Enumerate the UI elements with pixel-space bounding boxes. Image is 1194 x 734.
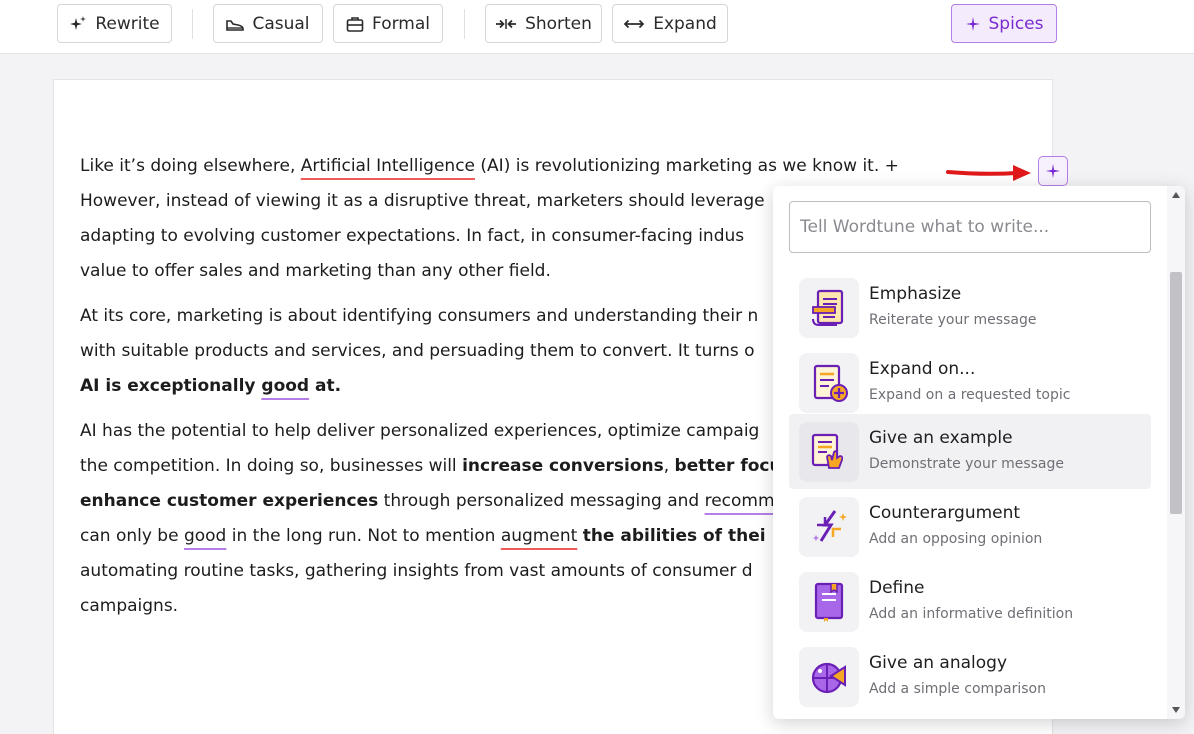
shorten-button[interactable]: Shorten xyxy=(485,4,602,43)
spices-trigger-button[interactable] xyxy=(1038,156,1068,186)
menu-scrollbar[interactable] xyxy=(1167,186,1185,719)
shorten-label: Shorten xyxy=(525,13,592,34)
flagged-phrase[interactable]: Artificial Intelligence xyxy=(301,156,475,176)
text-segment: (AI) is revolutionizing marketing as we … xyxy=(475,156,899,176)
option-title: Expand on... xyxy=(869,359,976,379)
red-arrow-icon xyxy=(946,165,1031,181)
prompt-input[interactable] xyxy=(789,201,1151,253)
analogy-icon xyxy=(799,646,859,707)
counterargument-icon xyxy=(799,496,859,557)
spices-label: Spices xyxy=(988,13,1044,34)
suggested-word[interactable]: good xyxy=(261,376,309,396)
text-segment: Like it’s doing elsewhere, xyxy=(80,156,301,176)
option-title: Give an example xyxy=(869,428,1013,448)
option-title: Give an analogy xyxy=(869,653,1008,673)
scroll-down-icon[interactable] xyxy=(1172,707,1180,713)
suggested-word[interactable]: good xyxy=(184,526,226,546)
toolbar-divider xyxy=(192,9,193,39)
emphasize-icon xyxy=(799,277,859,338)
option-subtitle: Add an opposing opinion xyxy=(869,531,1043,547)
option-subtitle: Reiterate your message xyxy=(869,312,1037,328)
expand-on-icon xyxy=(799,352,859,413)
plus-sparkle-icon xyxy=(1045,163,1061,179)
bold-text: better focu xyxy=(674,456,782,476)
define-icon xyxy=(799,571,859,632)
sneaker-icon xyxy=(226,19,245,31)
bold-text: AI is exceptionally xyxy=(80,376,262,396)
example-icon xyxy=(799,421,859,482)
option-expand-on[interactable]: Expand on... Expand on a requested topic xyxy=(789,345,1151,420)
formal-label: Formal xyxy=(372,13,430,34)
text-segment: , xyxy=(663,456,675,476)
text-line: Like it’s doing elsewhere, Artificial In… xyxy=(80,149,900,184)
option-subtitle: Add an informative definition xyxy=(869,606,1074,622)
text-segment: can only be xyxy=(80,526,184,546)
bold-text: enhance customer experiences xyxy=(80,491,379,511)
rewrite-label: Rewrite xyxy=(95,13,160,34)
option-title: Define xyxy=(869,578,925,598)
option-title: Emphasize xyxy=(869,284,962,304)
option-give-analogy[interactable]: Give an analogy Add a simple comparison xyxy=(789,639,1151,714)
expand-button[interactable]: Expand xyxy=(612,4,728,43)
sparkle-icon xyxy=(70,15,87,30)
flagged-phrase[interactable]: augment xyxy=(501,526,577,546)
text-segment: the competition. In doing so, businesses… xyxy=(80,456,463,476)
expand-icon xyxy=(624,19,645,28)
bold-text: at. xyxy=(309,376,342,396)
option-subtitle: Demonstrate your message xyxy=(869,456,1064,472)
casual-button[interactable]: Casual xyxy=(213,4,323,43)
rewrite-button[interactable]: Rewrite xyxy=(57,4,172,43)
text-segment: through personalized messaging and xyxy=(378,491,705,511)
option-subtitle: Add a simple comparison xyxy=(869,681,1046,697)
expand-label: Expand xyxy=(653,13,717,34)
suggested-word[interactable]: recomm xyxy=(705,491,775,511)
plus-sparkle-icon xyxy=(965,16,980,31)
spices-menu: Emphasize Reiterate your message Expand … xyxy=(773,186,1185,719)
bold-text: the abilities of thei xyxy=(582,526,766,546)
scroll-up-icon[interactable] xyxy=(1172,192,1180,198)
option-counterargument[interactable]: Counterargument Add an opposing opinion xyxy=(789,489,1151,564)
option-define[interactable]: Define Add an informative definition xyxy=(789,564,1151,639)
formal-button[interactable]: Formal xyxy=(333,4,443,43)
briefcase-icon xyxy=(346,16,364,32)
shorten-icon xyxy=(496,18,517,29)
toolbar-divider xyxy=(464,9,465,39)
option-subtitle: Expand on a requested topic xyxy=(869,387,1071,403)
bold-text: increase conversions xyxy=(462,456,664,476)
casual-label: Casual xyxy=(252,13,310,34)
text-segment: in the long run. Not to mention xyxy=(226,526,501,546)
option-give-example[interactable]: Give an example Demonstrate your message xyxy=(789,414,1151,489)
toolbar: Rewrite Casual Formal Shorten Expand Spi… xyxy=(0,0,1194,54)
option-title: Counterargument xyxy=(869,503,1021,523)
spices-button[interactable]: Spices xyxy=(951,4,1057,43)
option-emphasize[interactable]: Emphasize Reiterate your message xyxy=(789,270,1151,345)
scrollbar-thumb[interactable] xyxy=(1170,272,1182,514)
